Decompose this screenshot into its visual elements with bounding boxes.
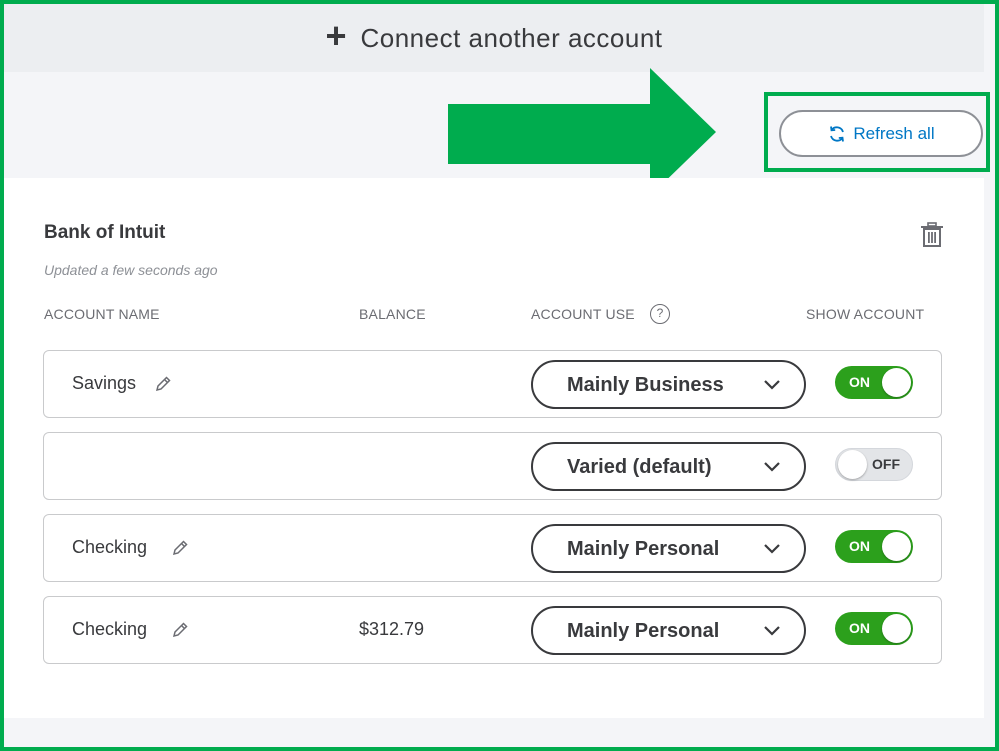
- toggle-knob: [882, 532, 911, 561]
- column-header-account-use: ACCOUNT USE: [531, 306, 635, 322]
- show-account-toggle[interactable]: OFF: [835, 448, 913, 481]
- account-use-select[interactable]: Mainly Business: [531, 360, 806, 409]
- account-use-select[interactable]: Mainly Personal: [531, 606, 806, 655]
- show-account-toggle[interactable]: ON: [835, 530, 913, 563]
- chevron-down-icon: [764, 544, 780, 554]
- updated-status: Updated a few seconds ago: [44, 262, 218, 278]
- column-header-balance: BALANCE: [359, 306, 426, 322]
- chevron-down-icon: [764, 462, 780, 472]
- toggle-knob: [882, 368, 911, 397]
- toggle-state: ON: [849, 374, 870, 390]
- pencil-icon[interactable]: [171, 621, 189, 639]
- account-use-select[interactable]: Mainly Personal: [531, 524, 806, 573]
- account-row: Checking Mainly Personal ON: [43, 514, 942, 582]
- account-row: Checking $312.79 Mainly Personal ON: [43, 596, 942, 664]
- account-use-value: Mainly Personal: [567, 620, 720, 642]
- account-use-value: Mainly Business: [567, 374, 724, 396]
- chevron-down-icon: [764, 626, 780, 636]
- account-row: Savings Mainly Business ON: [43, 350, 942, 418]
- column-header-account-name: ACCOUNT NAME: [44, 306, 160, 322]
- show-account-toggle[interactable]: ON: [835, 366, 913, 399]
- account-row: Varied (default) OFF: [43, 432, 942, 500]
- account-balance: $312.79: [359, 619, 425, 639]
- account-use-select[interactable]: Varied (default): [531, 442, 806, 491]
- account-use-value: Mainly Personal: [567, 538, 720, 560]
- refresh-icon: [830, 125, 845, 142]
- bank-name: Bank of Intuit: [44, 222, 166, 243]
- refresh-all-button[interactable]: Refresh all: [779, 110, 983, 157]
- column-header-show-account: SHOW ACCOUNT: [806, 306, 925, 322]
- chevron-down-icon: [764, 380, 780, 390]
- connect-label: Connect another account: [360, 22, 663, 53]
- trash-icon[interactable]: [920, 222, 944, 248]
- bank-card: Bank of Intuit Updated a few seconds ago…: [4, 178, 984, 718]
- pencil-icon[interactable]: [171, 539, 189, 557]
- account-name: Checking: [72, 619, 148, 639]
- pencil-icon[interactable]: [154, 375, 172, 393]
- plus-icon: +: [325, 15, 347, 56]
- toggle-state: OFF: [872, 456, 900, 472]
- account-name: Checking: [72, 537, 148, 557]
- green-arrow-icon: [448, 68, 716, 196]
- account-use-value: Varied (default): [567, 456, 712, 478]
- connect-another-account-button[interactable]: + Connect another account: [4, 4, 984, 72]
- help-icon[interactable]: ?: [650, 304, 670, 324]
- refresh-all-label: Refresh all: [853, 123, 935, 143]
- account-name: Savings: [72, 373, 137, 393]
- toggle-state: ON: [849, 620, 870, 636]
- show-account-toggle[interactable]: ON: [835, 612, 913, 645]
- toggle-state: ON: [849, 538, 870, 554]
- toggle-knob: [838, 450, 867, 479]
- toggle-knob: [882, 614, 911, 643]
